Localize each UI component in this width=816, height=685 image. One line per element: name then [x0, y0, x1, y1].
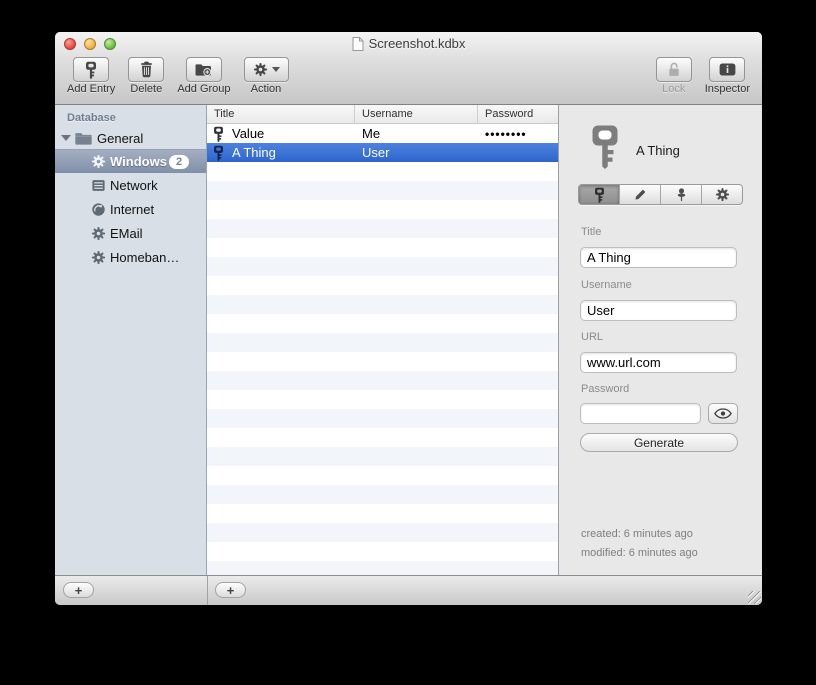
entry-count-badge: 2 — [169, 154, 189, 169]
column-header-password[interactable]: Password — [478, 105, 558, 123]
sidebar-item-internet[interactable]: Internet — [55, 197, 206, 221]
inspector-toggle-button[interactable]: Inspector — [705, 57, 750, 95]
resize-grip[interactable] — [748, 591, 761, 604]
add-entry-plus-button[interactable]: + — [215, 582, 246, 598]
titlebar[interactable]: Screenshot.kdbx — [55, 32, 762, 55]
add-group-plus-button[interactable]: + — [63, 582, 94, 598]
tab-attachments[interactable] — [661, 185, 702, 204]
modified-timestamp: modified: 6 minutes ago — [581, 547, 698, 559]
sidebar-item-homebanking[interactable]: Homeban… — [55, 245, 206, 269]
folder-icon — [75, 132, 92, 145]
pencil-icon — [633, 187, 648, 202]
document-icon — [352, 37, 364, 51]
sidebar-item-windows[interactable]: Windows 2 — [55, 149, 206, 173]
chevron-down-icon — [271, 67, 280, 72]
gear-icon — [91, 226, 106, 241]
toolbar: Add Entry Delete Add Group Action Lock I… — [55, 57, 762, 104]
inspector-tab-bar — [578, 184, 743, 205]
entry-title: A Thing — [232, 145, 276, 160]
gear-icon — [715, 187, 730, 202]
toolbar-label: Add Group — [177, 83, 231, 95]
server-icon — [91, 178, 106, 193]
delete-button[interactable]: Delete — [128, 57, 165, 95]
gear-icon — [91, 154, 106, 169]
sidebar-item-label: General — [97, 130, 144, 146]
eye-icon — [714, 408, 732, 419]
entry-table: Title Username Password Value Me •••••••… — [207, 105, 558, 575]
column-header-username[interactable]: Username — [355, 105, 478, 123]
toolbar-label: Delete — [130, 83, 163, 95]
gear-icon — [253, 62, 268, 77]
toolbar-label: Add Entry — [67, 83, 116, 95]
inspector-panel: A Thing Title Username URL — [558, 105, 762, 575]
username-field[interactable] — [580, 300, 737, 321]
bottom-bar: + + — [55, 575, 762, 605]
trash-icon — [139, 61, 154, 78]
sidebar-item-label: Homeban… — [110, 249, 180, 265]
toolbar-label: Lock — [662, 83, 686, 95]
key-icon — [213, 126, 224, 142]
username-field-label: Username — [581, 279, 632, 291]
key-icon — [590, 121, 620, 171]
tab-general[interactable] — [579, 185, 620, 204]
url-field[interactable] — [580, 352, 737, 373]
disclosure-triangle-icon[interactable] — [61, 135, 71, 141]
add-group-button[interactable]: Add Group — [177, 57, 231, 95]
group-sidebar: Database General Windows 2 Network Inter… — [55, 105, 207, 575]
add-entry-button[interactable]: Add Entry — [67, 57, 115, 95]
entry-title: Value — [232, 126, 265, 141]
toolbar-label: Inspector — [704, 83, 750, 95]
lock-button: Lock — [655, 57, 692, 95]
table-header: Title Username Password — [207, 105, 558, 124]
entry-username: Me — [362, 126, 381, 141]
info-icon — [719, 63, 736, 76]
title-field[interactable] — [580, 247, 737, 268]
window-title: Screenshot.kdbx — [368, 36, 466, 51]
key-icon — [213, 145, 224, 161]
password-field-label: Password — [581, 383, 630, 395]
entry-username: User — [362, 145, 390, 160]
sidebar-item-label: Network — [110, 177, 158, 193]
app-window: Screenshot.kdbx Add Entry Delete Add Gro… — [55, 32, 762, 605]
sidebar-item-label: EMail — [110, 225, 143, 241]
padlock-open-icon — [667, 61, 681, 78]
table-body: Value Me •••••••• A Thing User — [207, 124, 558, 575]
tab-settings[interactable] — [702, 185, 742, 204]
action-menu-button[interactable]: Action — [243, 57, 289, 95]
content-area: Database General Windows 2 Network Inter… — [55, 105, 762, 575]
sidebar-item-general[interactable]: General — [55, 127, 206, 149]
password-field[interactable] — [580, 403, 701, 424]
created-timestamp: created: 6 minutes ago — [581, 528, 693, 540]
key-icon — [594, 187, 605, 203]
key-icon — [85, 61, 97, 79]
column-header-title[interactable]: Title — [207, 105, 355, 123]
reveal-password-button[interactable] — [708, 403, 738, 424]
sidebar-item-network[interactable]: Network — [55, 173, 206, 197]
globe-icon — [91, 202, 106, 217]
entry-password-dots: •••••••• — [485, 126, 527, 141]
table-row[interactable]: Value Me •••••••• — [207, 124, 558, 143]
table-row-selected[interactable]: A Thing User — [207, 143, 558, 162]
sidebar-item-label: Internet — [110, 201, 155, 217]
tab-notes[interactable] — [620, 185, 661, 204]
window-chrome: Screenshot.kdbx Add Entry Delete Add Gro… — [55, 32, 762, 105]
inspector-entry-title: A Thing — [636, 143, 680, 158]
generate-label: Generate — [633, 435, 685, 450]
url-field-label: URL — [581, 331, 604, 343]
pin-icon — [674, 187, 689, 202]
window-title-area: Screenshot.kdbx — [55, 32, 762, 55]
sidebar-item-email[interactable]: EMail — [55, 221, 206, 245]
sidebar-item-label: Windows — [110, 154, 167, 169]
gear-icon — [91, 250, 106, 265]
generate-password-button[interactable]: Generate — [580, 433, 738, 452]
toolbar-label: Action — [250, 83, 282, 95]
sidebar-section-header: Database — [67, 112, 116, 124]
folder-plus-icon — [195, 62, 212, 77]
bottom-bar-divider — [207, 576, 208, 605]
title-field-label: Title — [581, 226, 602, 238]
